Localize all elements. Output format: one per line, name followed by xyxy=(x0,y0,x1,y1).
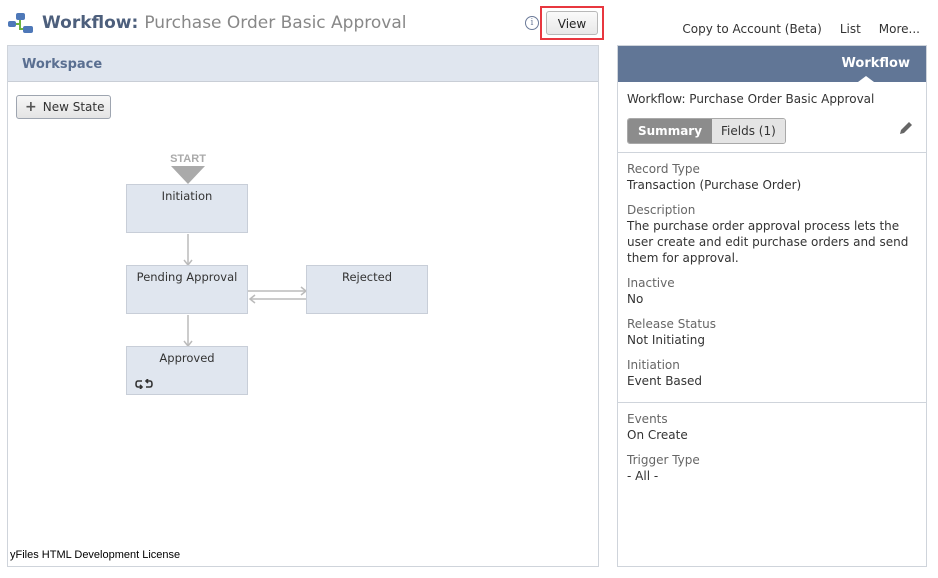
state-initiation[interactable]: Initiation xyxy=(126,184,248,233)
state-rejected[interactable]: Rejected xyxy=(306,265,428,314)
info-icon[interactable]: i xyxy=(525,16,539,30)
caret-icon xyxy=(858,76,874,82)
state-label: Approved xyxy=(159,351,215,365)
license-text: yFiles HTML Development License xyxy=(10,549,181,561)
workflow-summary-panel: Workflow Workflow: Purchase Order Basic … xyxy=(617,45,927,567)
tab-summary[interactable]: Summary xyxy=(628,119,713,143)
list-link[interactable]: List xyxy=(840,22,861,36)
top-links: Copy to Account (Beta) List More... xyxy=(682,22,920,36)
state-label: Initiation xyxy=(161,189,213,203)
divider xyxy=(618,402,926,403)
loop-icon xyxy=(135,379,153,389)
field-release-status: Release Status Not Initiating xyxy=(627,317,716,347)
field-description: Description The purchase order approval … xyxy=(627,203,909,265)
field-initiation: Initiation Event Based xyxy=(627,358,703,388)
workspace-panel: Workspace + New State START Initiation P… xyxy=(7,45,599,567)
state-pending-approval[interactable]: Pending Approval xyxy=(126,265,248,314)
tab-fields[interactable]: Fields (1) xyxy=(712,119,785,143)
title-prefix: Workflow: xyxy=(42,13,139,33)
view-button[interactable]: View xyxy=(546,11,598,35)
page-title: Workflow: Purchase Order Basic Approval xyxy=(8,10,406,36)
panel-header: Workflow xyxy=(618,46,926,82)
field-events: Events On Create xyxy=(627,412,688,442)
panel-workflow-title: Workflow: Purchase Order Basic Approval xyxy=(627,92,875,106)
title-name: Purchase Order Basic Approval xyxy=(144,13,407,33)
panel-header-tab[interactable]: Workflow xyxy=(842,56,910,71)
state-label: Rejected xyxy=(341,270,393,284)
field-trigger-type: Trigger Type - All - xyxy=(627,453,700,483)
workflow-diagram: START xyxy=(170,153,308,348)
divider xyxy=(618,152,926,153)
copy-to-account-link[interactable]: Copy to Account (Beta) xyxy=(682,22,821,36)
panel-tabs: Summary Fields (1) xyxy=(627,118,786,144)
more-link[interactable]: More... xyxy=(879,22,920,36)
edit-pencil-icon[interactable] xyxy=(898,120,914,136)
state-label: Pending Approval xyxy=(136,270,238,284)
start-marker-icon xyxy=(171,166,205,184)
field-record-type: Record Type Transaction (Purchase Order) xyxy=(627,162,802,192)
start-label: START xyxy=(170,153,206,165)
state-approved[interactable]: Approved xyxy=(126,346,248,395)
workflow-logo-icon xyxy=(8,13,33,33)
field-inactive: Inactive No xyxy=(627,276,675,306)
